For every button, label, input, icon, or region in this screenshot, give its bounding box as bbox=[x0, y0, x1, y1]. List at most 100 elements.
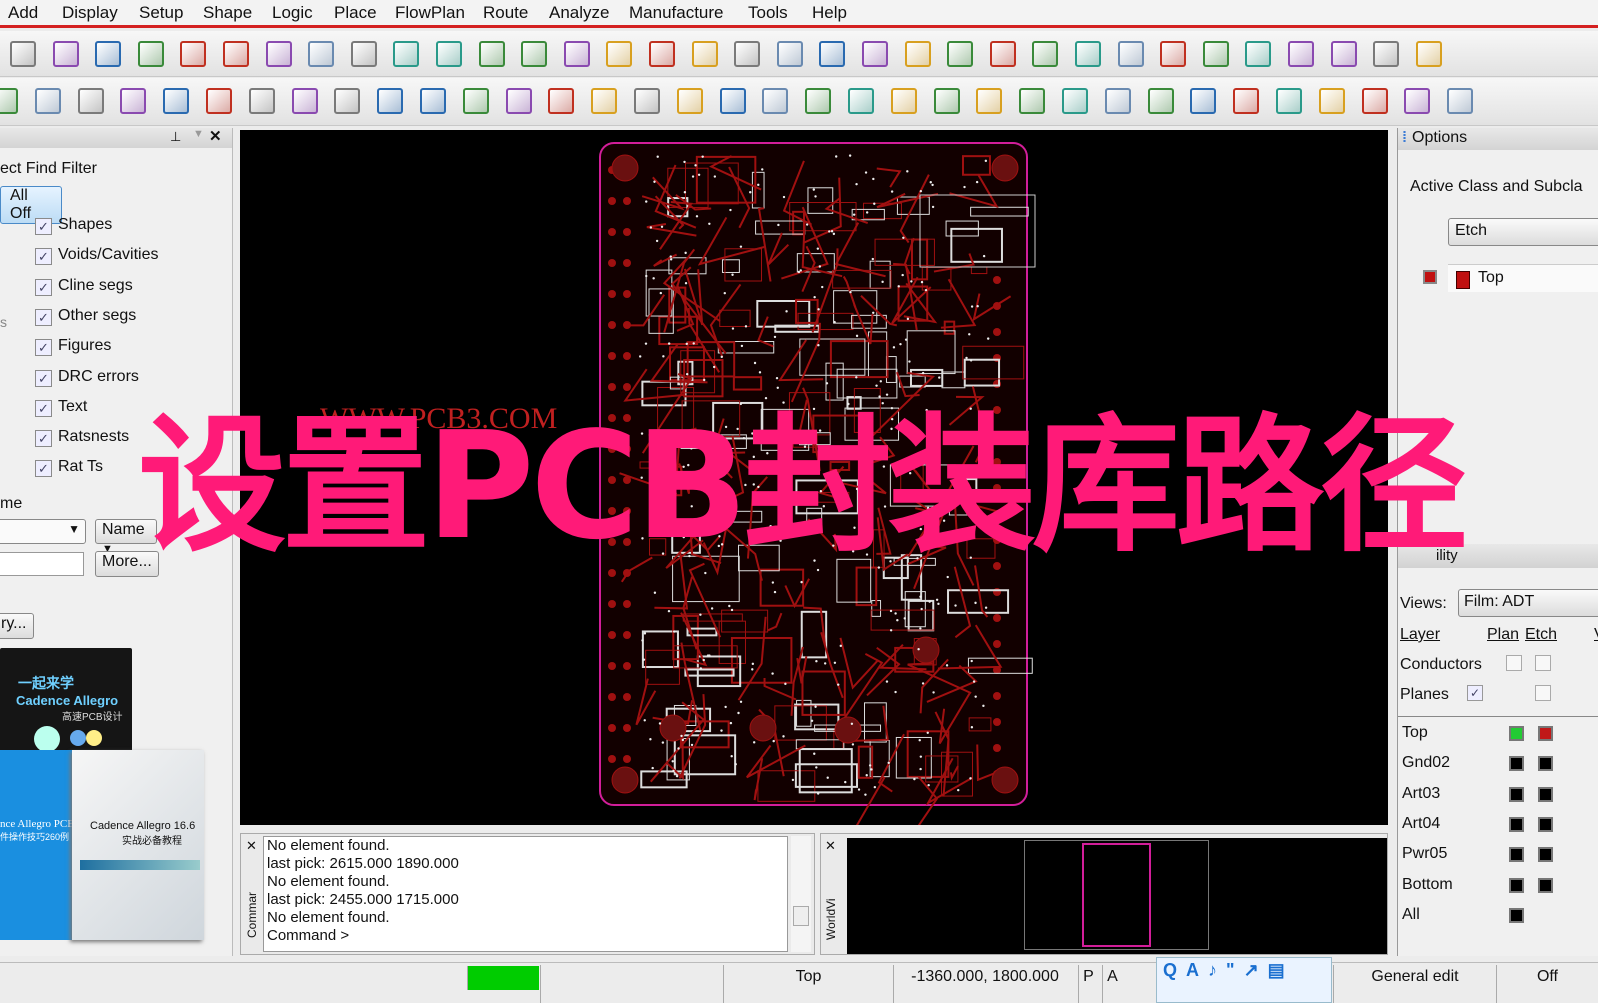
circle-icon[interactable] bbox=[248, 88, 275, 114]
query-button[interactable]: ry... bbox=[0, 613, 34, 639]
redo-down-icon[interactable] bbox=[180, 41, 207, 67]
brand-logo-icon[interactable] bbox=[1415, 41, 1442, 67]
grid2-icon[interactable] bbox=[393, 41, 420, 67]
v-column[interactable]: V bbox=[1594, 626, 1598, 644]
select-icon[interactable] bbox=[291, 88, 318, 114]
class-select[interactable]: Etch bbox=[1448, 218, 1598, 246]
grid-pattern-icon[interactable] bbox=[976, 88, 1003, 114]
checkbox-ratsnests[interactable]: ✓ bbox=[35, 430, 52, 448]
report-icon[interactable] bbox=[1160, 41, 1187, 67]
shape-add-icon[interactable] bbox=[34, 88, 61, 114]
subclass-select[interactable]: Top bbox=[1448, 264, 1598, 292]
component-icon[interactable] bbox=[591, 88, 618, 114]
close-icon[interactable]: ✕ bbox=[825, 838, 836, 854]
conductors-etch-checkbox[interactable] bbox=[1535, 655, 1551, 671]
3d-view-icon[interactable] bbox=[734, 41, 761, 67]
checkbox-drc-errors[interactable]: ✓ bbox=[35, 369, 52, 387]
numbers-icon[interactable] bbox=[1202, 41, 1229, 67]
undo-icon[interactable] bbox=[137, 41, 164, 67]
refresh-icon[interactable] bbox=[691, 41, 718, 67]
doc6-icon[interactable] bbox=[1447, 88, 1474, 114]
checkbox-other-segs[interactable]: ✓ bbox=[35, 308, 52, 326]
shape-green-icon[interactable] bbox=[0, 88, 18, 114]
menu-help[interactable]: Help bbox=[812, 3, 847, 23]
checkbox-figures[interactable]: ✓ bbox=[35, 339, 52, 357]
checkbox-shapes[interactable]: ✓ bbox=[35, 218, 52, 235]
menu-setup[interactable]: Setup bbox=[139, 3, 183, 23]
layer-plan-toggle[interactable] bbox=[1509, 877, 1524, 893]
close-icon[interactable]: ✕ bbox=[246, 838, 257, 854]
checkbox-text[interactable]: ✓ bbox=[35, 399, 52, 417]
all-off-button[interactable]: All Off bbox=[0, 186, 62, 224]
menu-shape[interactable]: Shape bbox=[203, 3, 252, 23]
dfa-icon[interactable] bbox=[1032, 41, 1059, 67]
grid-dots-icon[interactable] bbox=[819, 41, 846, 67]
doc5-icon[interactable] bbox=[1318, 88, 1345, 114]
command-output[interactable]: No element found. last pick: 2615.000 189… bbox=[263, 836, 788, 952]
checkbox-rat-ts[interactable]: ✓ bbox=[35, 460, 52, 478]
poly-icon[interactable] bbox=[334, 88, 361, 114]
dropdown-icon[interactable]: ▼ bbox=[193, 128, 204, 140]
conductors-plan-checkbox[interactable] bbox=[1506, 655, 1522, 671]
etch-column[interactable]: Etch bbox=[1525, 626, 1557, 644]
sun-icon[interactable] bbox=[1288, 41, 1314, 67]
layer-column[interactable]: Layer bbox=[1400, 626, 1440, 644]
zoom-prev-icon[interactable] bbox=[606, 41, 633, 67]
menu-flowplan[interactable]: FlowPlan bbox=[395, 3, 465, 23]
copy2-icon[interactable] bbox=[1361, 88, 1388, 114]
shape-gray-icon[interactable] bbox=[77, 88, 104, 114]
layer-plan-toggle[interactable] bbox=[1509, 756, 1524, 772]
grid-icon[interactable] bbox=[350, 41, 377, 67]
wave-icon[interactable] bbox=[1104, 88, 1131, 114]
dimension-icon[interactable] bbox=[634, 88, 660, 114]
planes-checkbox[interactable]: ✓ bbox=[1467, 685, 1483, 701]
flip-icon[interactable] bbox=[776, 41, 803, 67]
mail-icon[interactable] bbox=[1404, 88, 1431, 114]
layer-etch-toggle[interactable] bbox=[1538, 877, 1553, 893]
arc-icon[interactable] bbox=[377, 88, 404, 114]
status-p-button[interactable]: P bbox=[1078, 965, 1098, 1003]
doc2-icon[interactable] bbox=[1190, 88, 1217, 114]
status-a-button[interactable]: A bbox=[1102, 965, 1122, 1003]
layer-etch-toggle[interactable] bbox=[1538, 816, 1553, 832]
menu-route[interactable]: Route bbox=[483, 3, 528, 23]
doc3-icon[interactable] bbox=[1233, 88, 1260, 114]
layer-etch-toggle[interactable] bbox=[1538, 786, 1553, 802]
pin-icon[interactable]: ⊥ bbox=[170, 129, 181, 145]
color-icon[interactable] bbox=[862, 41, 888, 67]
checkbox-voids-cavities[interactable]: ✓ bbox=[35, 248, 52, 266]
shadow-icon[interactable] bbox=[1330, 41, 1357, 67]
info-icon[interactable] bbox=[1117, 41, 1144, 67]
flag-icon[interactable] bbox=[548, 88, 575, 114]
zoom-world-icon[interactable] bbox=[649, 41, 675, 67]
globe-icon[interactable] bbox=[1075, 41, 1101, 67]
find-by-select[interactable]: ▼ bbox=[0, 519, 86, 544]
name-input[interactable] bbox=[0, 552, 84, 576]
book-icon[interactable] bbox=[762, 88, 789, 114]
layer-etch-toggle[interactable] bbox=[1538, 726, 1553, 741]
move-icon[interactable] bbox=[10, 41, 36, 67]
menu-logic[interactable]: Logic bbox=[272, 3, 313, 23]
quick-tools[interactable]: QA♪"↗▤ bbox=[1156, 957, 1332, 1003]
views-select[interactable]: Film: ADT bbox=[1458, 589, 1598, 617]
net-icon[interactable] bbox=[1019, 88, 1046, 114]
menu-analyze[interactable]: Analyze bbox=[549, 3, 609, 23]
oval-icon[interactable] bbox=[462, 88, 489, 114]
array-icon[interactable] bbox=[1062, 88, 1088, 114]
frame-icon[interactable] bbox=[505, 88, 532, 114]
menu-tools[interactable]: Tools bbox=[748, 3, 788, 23]
layer-plan-toggle[interactable] bbox=[1509, 786, 1524, 802]
shape-void-icon[interactable] bbox=[120, 88, 147, 114]
rect-icon[interactable] bbox=[206, 88, 232, 114]
scrollbar[interactable] bbox=[791, 836, 811, 952]
add-connect-icon[interactable] bbox=[265, 41, 292, 67]
square-icon[interactable] bbox=[420, 88, 446, 114]
cm-icon[interactable] bbox=[989, 41, 1016, 67]
layer-etch-toggle[interactable] bbox=[1538, 756, 1553, 772]
pin-icon[interactable] bbox=[308, 41, 335, 67]
layer-etch-toggle[interactable] bbox=[1538, 847, 1553, 863]
tune-icon[interactable] bbox=[805, 88, 832, 114]
stack-icon[interactable] bbox=[947, 41, 974, 67]
planes-etch-checkbox[interactable] bbox=[1535, 685, 1551, 701]
zoom-in-icon[interactable] bbox=[521, 41, 548, 67]
